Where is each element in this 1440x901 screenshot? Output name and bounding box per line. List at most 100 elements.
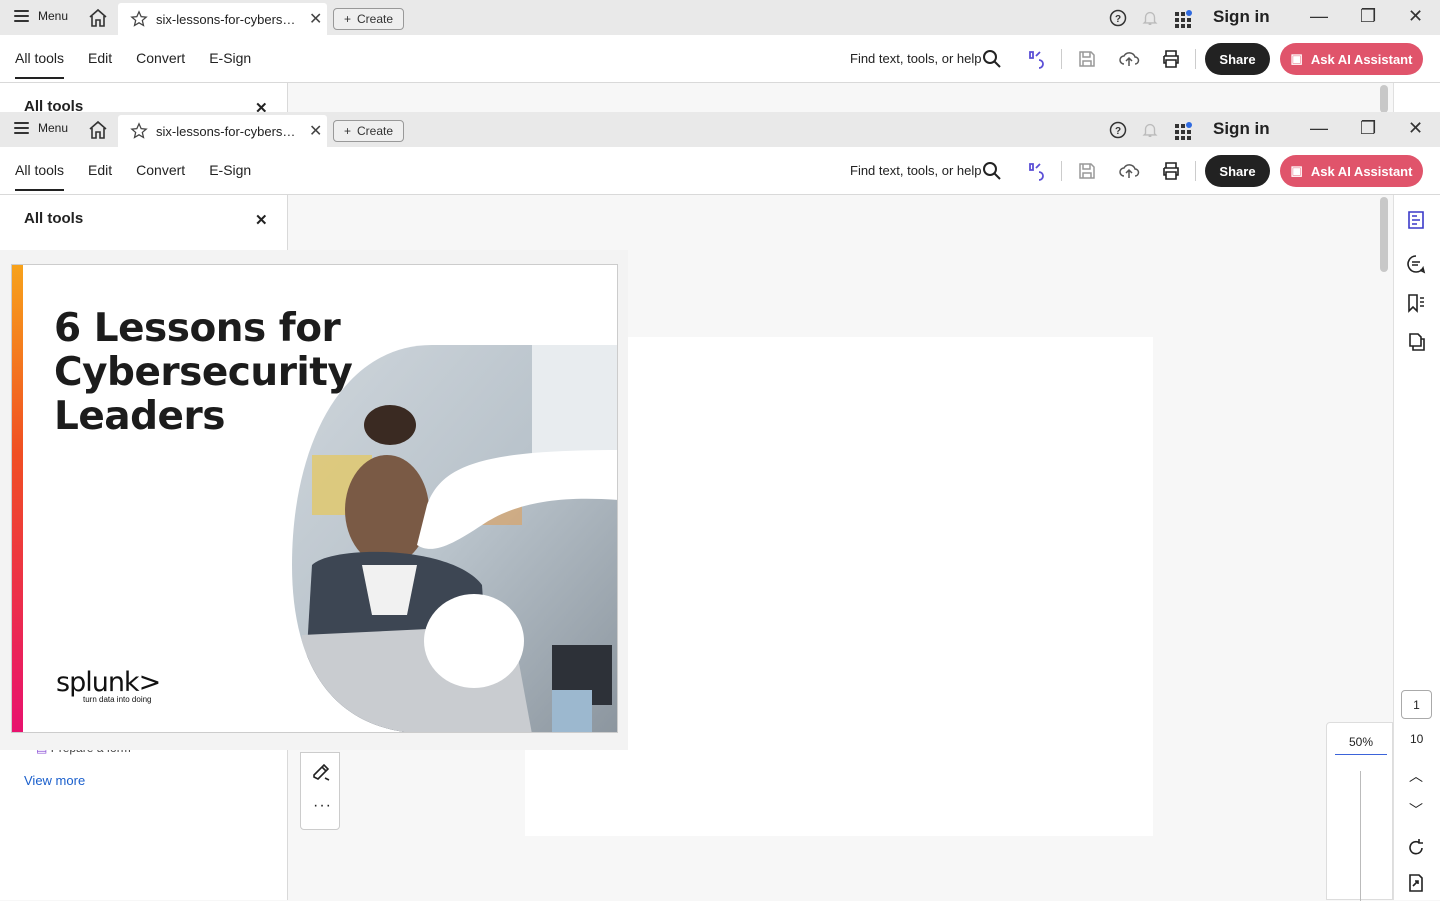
menu-button[interactable]: Menu — [14, 9, 68, 23]
document-properties-icon[interactable] — [1405, 209, 1427, 231]
ask-ai-assistant-button[interactable]: ▣ Ask AI Assistant — [1280, 43, 1423, 75]
home-icon[interactable] — [88, 8, 108, 28]
sign-in-link[interactable]: Sign in — [1213, 119, 1270, 139]
cover-preview-popup: 6 Lessons for Cybersecurity Leaders splu… — [0, 250, 628, 750]
menu-label: Menu — [38, 9, 69, 23]
save-icon[interactable] — [1076, 160, 1098, 182]
ai-assistant-icon: ▣ — [1290, 51, 1303, 66]
background-scrollbar[interactable] — [1380, 85, 1388, 113]
document-tab[interactable]: six-lessons-for-cybersecurity-leaders.pd… — [118, 3, 327, 35]
restore-icon[interactable]: ❐ — [1360, 6, 1376, 27]
main-nav: All tools Edit Convert E-Sign — [15, 162, 251, 191]
save-icon[interactable] — [1076, 48, 1098, 70]
bell-icon[interactable] — [1141, 120, 1159, 140]
close-window-icon[interactable]: ✕ — [1408, 6, 1423, 27]
nav-all-tools[interactable]: All tools — [15, 50, 65, 79]
logo-wordmark: splunk> — [56, 667, 161, 698]
panel-title: All tools — [24, 210, 84, 227]
search-icon[interactable] — [981, 160, 1003, 182]
sign-in-link[interactable]: Sign in — [1213, 7, 1270, 27]
divider — [1061, 49, 1062, 69]
help-icon[interactable]: ? — [1108, 8, 1128, 28]
plus-icon: + — [343, 124, 351, 138]
page-up-icon[interactable]: ︿ — [1409, 766, 1423, 786]
background-sidebar: All tools ✕ — [0, 83, 288, 117]
zoom-slider[interactable] — [1360, 771, 1361, 901]
draw-icon[interactable] — [310, 761, 332, 783]
nav-edit[interactable]: Edit — [88, 50, 112, 79]
zoom-panel: 50% — [1326, 722, 1393, 901]
help-icon[interactable]: ? — [1108, 120, 1128, 140]
zoom-level-input[interactable]: 50% — [1335, 735, 1387, 755]
search-icon[interactable] — [981, 48, 1003, 70]
view-more-link[interactable]: View more — [24, 773, 85, 788]
toolbar: All tools Edit Convert E-Sign Find text,… — [0, 147, 1440, 195]
restore-icon[interactable]: ❐ — [1360, 118, 1376, 139]
hamburger-icon — [14, 122, 29, 134]
share-button[interactable]: Share — [1205, 43, 1270, 75]
print-icon[interactable] — [1160, 160, 1182, 182]
create-button[interactable]: + Create — [333, 120, 404, 142]
divider — [1061, 161, 1062, 181]
rotate-icon[interactable] — [1405, 837, 1427, 859]
nav-all-tools[interactable]: All tools — [15, 162, 65, 191]
nav-convert[interactable]: Convert — [136, 50, 185, 79]
document-tab[interactable]: six-lessons-for-cybersecurity-leaders.pd… — [118, 115, 327, 147]
star-icon[interactable] — [130, 122, 148, 140]
apps-grid-icon[interactable] — [1173, 120, 1193, 140]
close-tab-icon[interactable]: ✕ — [309, 9, 322, 29]
plus-icon: + — [343, 12, 351, 26]
minimize-icon[interactable]: — — [1310, 118, 1328, 139]
svg-text:?: ? — [1115, 14, 1121, 25]
minimize-icon[interactable]: — — [1310, 6, 1328, 27]
find-label[interactable]: Find text, tools, or help — [850, 163, 982, 178]
vertical-quick-tools: ··· — [300, 752, 340, 830]
cover-title: 6 Lessons for Cybersecurity Leaders — [54, 306, 353, 439]
pages-icon[interactable] — [1405, 331, 1427, 353]
cover-page: 6 Lessons for Cybersecurity Leaders splu… — [11, 264, 618, 733]
background-rail — [1393, 83, 1440, 113]
splunk-logo: splunk> turn data into doing — [56, 667, 161, 704]
page-total: 10 — [1410, 732, 1424, 746]
home-icon[interactable] — [88, 120, 108, 140]
page-number-input[interactable]: 1 — [1401, 690, 1432, 719]
svg-text:?: ? — [1115, 126, 1121, 137]
background-toolbar: All tools Edit Convert E-Sign Find text,… — [0, 35, 1440, 83]
nav-convert[interactable]: Convert — [136, 162, 185, 191]
menu-label: Menu — [38, 121, 69, 135]
tab-title: six-lessons-for-cybersecurity-leaders.pd… — [156, 123, 299, 139]
nav-esign[interactable]: E-Sign — [209, 50, 251, 79]
create-label: Create — [356, 12, 394, 26]
cloud-upload-icon[interactable] — [1118, 160, 1140, 182]
cloud-upload-icon[interactable] — [1118, 48, 1140, 70]
nav-esign[interactable]: E-Sign — [209, 162, 251, 191]
find-label[interactable]: Find text, tools, or help — [850, 51, 982, 66]
create-label: Create — [356, 124, 394, 138]
more-tools-icon[interactable]: ··· — [313, 797, 332, 815]
ai-tools-icon[interactable] — [1025, 160, 1047, 182]
close-tab-icon[interactable]: ✕ — [309, 121, 322, 141]
ai-label: Ask AI Assistant — [1310, 51, 1413, 67]
divider — [1195, 49, 1196, 69]
background-titlebar: Menu six-lessons-for-cybersecurity-leade… — [0, 0, 1440, 35]
vertical-scrollbar[interactable] — [1380, 197, 1388, 272]
ask-ai-assistant-button[interactable]: ▣ Ask AI Assistant — [1280, 155, 1423, 187]
logo-tagline: turn data into doing — [83, 695, 152, 704]
print-icon[interactable] — [1160, 48, 1182, 70]
nav-edit[interactable]: Edit — [88, 162, 112, 191]
create-button[interactable]: + Create — [333, 8, 404, 30]
apps-grid-icon[interactable] — [1173, 8, 1193, 28]
share-button[interactable]: Share — [1205, 155, 1270, 187]
close-panel-icon[interactable]: ✕ — [255, 211, 268, 229]
titlebar: Menu six-lessons-for-cybersecurity-leade… — [0, 112, 1440, 147]
fit-page-icon[interactable] — [1405, 872, 1427, 894]
page-down-icon[interactable]: ﹀ — [1409, 800, 1423, 820]
close-window-icon[interactable]: ✕ — [1408, 118, 1423, 139]
ai-label: Ask AI Assistant — [1310, 163, 1413, 179]
bell-icon[interactable] — [1141, 8, 1159, 28]
bookmark-icon[interactable] — [1405, 292, 1427, 314]
ai-tools-icon[interactable] — [1025, 48, 1047, 70]
comment-icon[interactable] — [1405, 253, 1427, 275]
menu-button[interactable]: Menu — [14, 121, 68, 135]
star-icon[interactable] — [130, 10, 148, 28]
